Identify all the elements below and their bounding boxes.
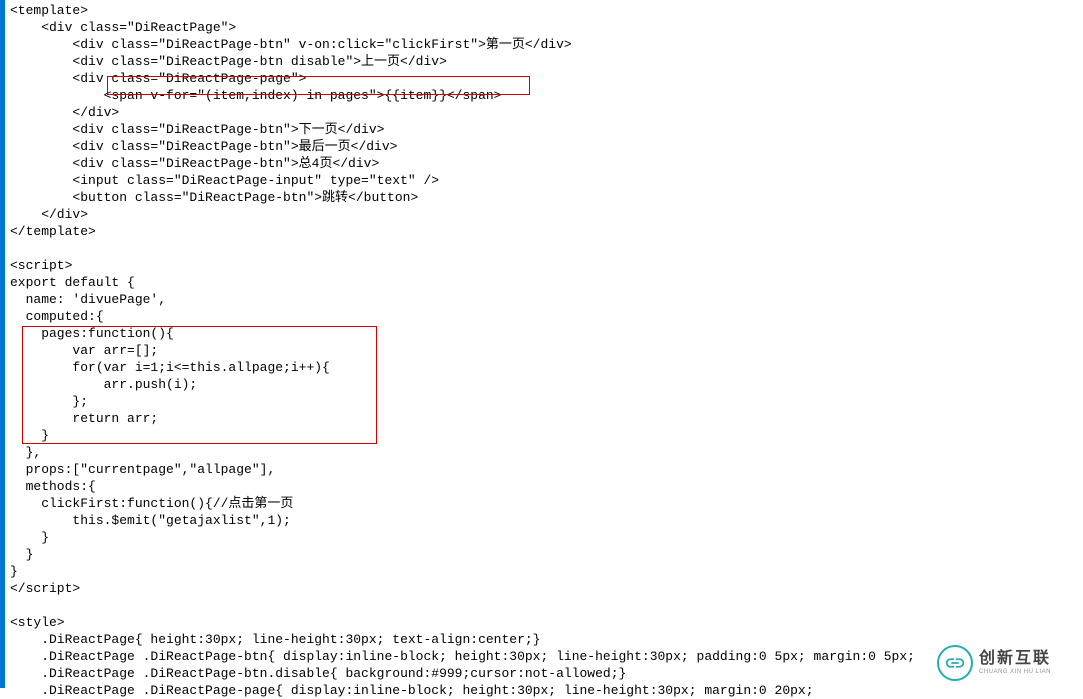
code-line: props:["currentpage","allpage"],	[10, 462, 275, 477]
code-line: }	[10, 428, 49, 443]
watermark-subtitle: CHUANG XIN HU LIAN	[979, 669, 1051, 675]
code-line: computed:{	[10, 309, 104, 324]
code-line: <div class="DiReactPage-page">	[10, 71, 306, 86]
code-line: <span v-for="(item,index) in pages">{{it…	[10, 88, 501, 103]
code-line: }	[10, 530, 49, 545]
code-line: <div class="DiReactPage-btn disable">上一页…	[10, 54, 447, 69]
watermark-logo-area: 创新互联 CHUANG XIN HU LIAN	[937, 644, 1077, 682]
code-line: this.$emit("getajaxlist",1);	[10, 513, 291, 528]
code-line: };	[10, 394, 88, 409]
code-line: .DiReactPage{ height:30px; line-height:3…	[10, 632, 541, 647]
code-line: <div class="DiReactPage-btn">总4页</div>	[10, 156, 379, 171]
code-line: methods:{	[10, 479, 96, 494]
code-line: <template>	[10, 3, 88, 18]
code-line: <div class="DiReactPage">	[10, 20, 236, 35]
watermark-icon	[937, 645, 973, 681]
code-line: .DiReactPage .DiReactPage-page{ display:…	[10, 683, 814, 698]
code-line: .DiReactPage .DiReactPage-btn{ display:i…	[10, 649, 915, 664]
code-line: return arr;	[10, 411, 158, 426]
code-line: <style>	[10, 615, 65, 630]
code-line: clickFirst:function(){//点击第一页	[10, 496, 293, 511]
code-line: }	[10, 564, 18, 579]
code-line: },	[10, 445, 41, 460]
link-icon	[944, 652, 966, 674]
code-line: pages:function(){	[10, 326, 174, 341]
watermark-title: 创新互联	[979, 651, 1051, 667]
watermark-text: 创新互联 CHUANG XIN HU LIAN	[979, 651, 1051, 675]
code-line: <div class="DiReactPage-btn">最后一页</div>	[10, 139, 397, 154]
code-line: .DiReactPage .DiReactPage-btn.disable{ b…	[10, 666, 626, 681]
code-line: var arr=[];	[10, 343, 158, 358]
code-line: for(var i=1;i<=this.allpage;i++){	[10, 360, 330, 375]
left-gutter-bar	[0, 0, 5, 688]
code-line: </script>	[10, 581, 80, 596]
code-line: <input class="DiReactPage-input" type="t…	[10, 173, 439, 188]
code-line: }	[10, 547, 33, 562]
code-line: </template>	[10, 224, 96, 239]
code-line: export default {	[10, 275, 135, 290]
code-line: <script>	[10, 258, 72, 273]
code-line: name: 'divuePage',	[10, 292, 166, 307]
code-line: arr.push(i);	[10, 377, 197, 392]
code-line: <button class="DiReactPage-btn">跳转</butt…	[10, 190, 418, 205]
code-line: </div>	[10, 105, 119, 120]
code-line: </div>	[10, 207, 88, 222]
code-line: <div class="DiReactPage-btn">下一页</div>	[10, 122, 384, 137]
code-editor-content[interactable]: <template> <div class="DiReactPage"> <di…	[0, 0, 1083, 699]
code-line: <div class="DiReactPage-btn" v-on:click=…	[10, 37, 572, 52]
